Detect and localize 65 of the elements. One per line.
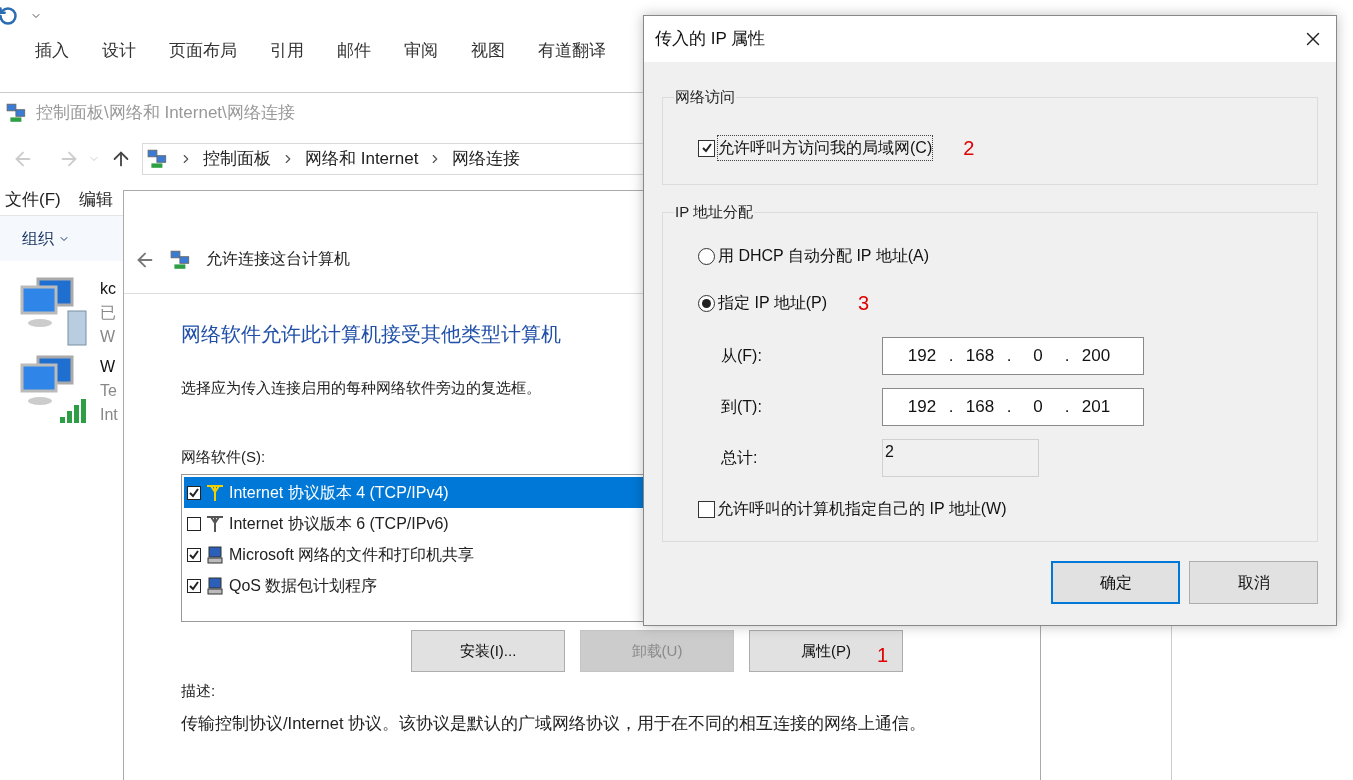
- connection-detail: Te: [100, 381, 117, 401]
- description-text: 传输控制协议/Internet 协议。该协议是默认的广域网络协议，用于在不同的相互连接的网络上通信。: [181, 712, 928, 734]
- field-label: 从(F):: [721, 346, 763, 366]
- ribbon-tab[interactable]: 引用: [270, 38, 304, 64]
- ribbon-tab[interactable]: 视图: [471, 38, 505, 64]
- organize-button[interactable]: 组织: [22, 226, 70, 251]
- checkbox[interactable]: [187, 578, 201, 593]
- computer-icon: [205, 544, 225, 565]
- connection-name[interactable]: W: [100, 355, 116, 379]
- wizard-heading: 网络软件允许此计算机接受其他类型计算机: [181, 322, 562, 347]
- software-label: Internet 协议版本 4 (TCP/IPv4): [229, 482, 449, 503]
- network-icon: [170, 249, 192, 271]
- computer-icon: [205, 575, 225, 596]
- undo-icon[interactable]: [0, 6, 18, 26]
- wizard-title: 允许连接这台计算机: [206, 249, 350, 269]
- software-label: QoS 数据包计划程序: [229, 575, 378, 596]
- ribbon-tab[interactable]: 审阅: [404, 38, 438, 64]
- checkbox[interactable]: [187, 516, 201, 531]
- ribbon-tab[interactable]: 页面布局: [169, 38, 237, 64]
- connection-detail: Int: [100, 405, 118, 425]
- checkbox[interactable]: [187, 547, 201, 562]
- connection-detail: W: [100, 327, 116, 347]
- software-label: Microsoft 网络的文件和打印机共享: [229, 544, 475, 565]
- breadcrumb[interactable]: 控制面板: [203, 146, 271, 172]
- connection-detail: 已: [100, 303, 116, 323]
- dialog-title: 传入的 IP 属性: [655, 28, 766, 51]
- list-label: 网络软件(S):: [181, 446, 266, 467]
- checkbox-label[interactable]: 允许呼叫方访问我的局域网(C): [717, 135, 934, 161]
- radio-button[interactable]: [698, 294, 715, 312]
- connection-name[interactable]: kc: [100, 277, 116, 301]
- checkbox[interactable]: [698, 500, 715, 518]
- annotation-number: 1: [877, 643, 889, 668]
- radio-button[interactable]: [698, 247, 715, 265]
- action-button[interactable]: 安装(I)...: [411, 630, 565, 672]
- ribbon-tab[interactable]: 邮件: [337, 38, 371, 64]
- annotation-number: 3: [858, 291, 870, 316]
- software-label: Internet 协议版本 6 (TCP/IPv6): [229, 513, 449, 534]
- radio-label[interactable]: 指定 IP 地址(P): [718, 291, 828, 315]
- checkbox[interactable]: [698, 139, 715, 157]
- description-label: 描述:: [181, 681, 217, 701]
- annotation-number: 2: [963, 136, 975, 161]
- ribbon-tab[interactable]: 插入: [35, 38, 69, 64]
- ip-address-field[interactable]: 192 . 168 . 0 . 201: [882, 388, 1144, 426]
- window-title: 控制面板\网络和 Internet\网络连接: [36, 102, 295, 125]
- dialog-button[interactable]: 确定: [1051, 561, 1180, 604]
- protocol-icon: [205, 482, 225, 503]
- checkbox[interactable]: [187, 485, 201, 500]
- menu-item[interactable]: 文件(F): [5, 187, 61, 213]
- breadcrumb[interactable]: 网络和 Internet: [305, 146, 419, 172]
- software-item[interactable]: Microsoft 网络的文件和打印机共享: [184, 539, 898, 570]
- protocol-icon: [205, 513, 225, 534]
- dialog-button[interactable]: 取消: [1189, 561, 1318, 604]
- ip-address-field[interactable]: 192 . 168 . 0 . 200: [882, 337, 1144, 375]
- field-label: 总计:: [721, 448, 759, 468]
- ribbon-tab[interactable]: 有道翻译: [538, 38, 606, 64]
- network-icon: [6, 102, 28, 124]
- total-field: 2: [882, 439, 1039, 477]
- breadcrumb[interactable]: 网络连接: [452, 146, 521, 172]
- network-icon: [147, 148, 169, 170]
- software-item[interactable]: QoS 数据包计划程序: [184, 570, 898, 601]
- instruction-text: 选择应为传入连接启用的每种网络软件旁边的复选框。: [181, 378, 542, 398]
- field-label: 到(T):: [721, 397, 763, 417]
- ribbon-tab[interactable]: 设计: [102, 38, 136, 64]
- menu-item[interactable]: 编辑: [78, 187, 113, 213]
- radio-label[interactable]: 用 DHCP 自动分配 IP 地址(A): [718, 244, 929, 268]
